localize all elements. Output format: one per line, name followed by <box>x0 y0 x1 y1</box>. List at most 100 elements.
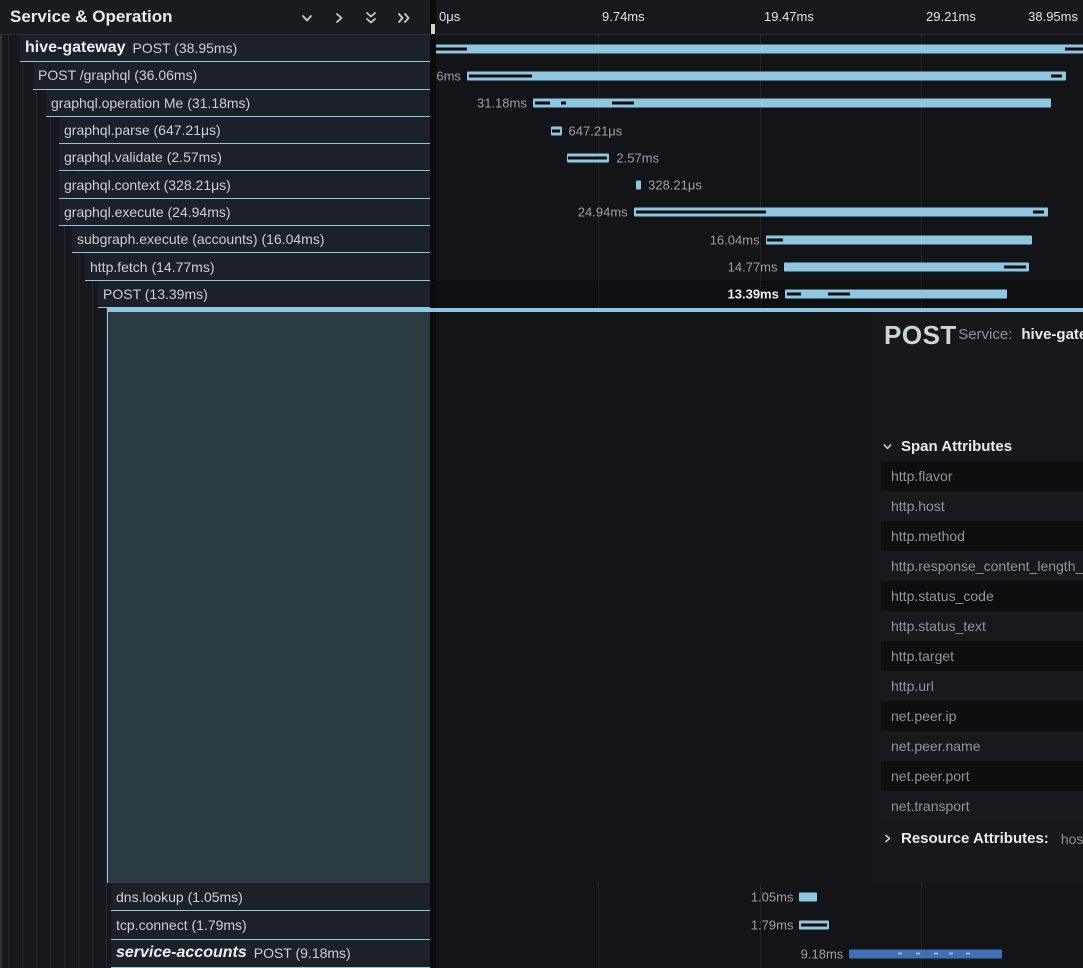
span-attributes-title: Span Attributes <box>901 438 1012 455</box>
timeline-row[interactable]: 36.06ms <box>436 62 1083 89</box>
attribute-key: http.status_text <box>891 618 986 634</box>
span-bar[interactable] <box>533 99 1051 108</box>
attribute-row: http.status_code200 <box>881 581 1083 611</box>
span-duration-label: 647.21μs <box>569 123 623 138</box>
tree-header-title: Service & Operation <box>10 7 173 27</box>
span-duration-label: 13.39ms <box>728 287 779 302</box>
collapse-all-icon[interactable] <box>364 10 378 26</box>
span-bar[interactable] <box>467 71 1066 80</box>
span-label: POST (13.39ms) <box>103 286 208 302</box>
span-bar[interactable] <box>567 153 610 162</box>
span-bar[interactable] <box>766 235 1032 244</box>
critical-path-segment <box>828 293 850 296</box>
span-attributes-header[interactable]: Span Attributes <box>882 438 1012 455</box>
span-duration-label: 24.94ms <box>578 205 628 220</box>
attribute-key: http.status_code <box>891 588 994 604</box>
timeline-row[interactable]: 24.94ms <box>436 199 1083 226</box>
span-row[interactable]: graphql.parse (647.21μs) <box>0 117 430 144</box>
service-name: hive-gateway <box>25 39 125 57</box>
attribute-key: http.host <box>891 498 945 514</box>
critical-path-segment <box>1033 211 1044 214</box>
attribute-row: net.peer.port4011 <box>881 761 1083 791</box>
span-duration-label: 36.06ms <box>436 68 461 83</box>
span-label: tcp.connect (1.79ms) <box>116 917 247 933</box>
span-duration-label: 14.77ms <box>728 260 778 275</box>
timeline-row[interactable]: 1.79ms <box>436 911 1083 939</box>
timeline-tick: 38.95ms <box>1028 9 1078 24</box>
critical-path-segment <box>469 74 532 77</box>
span-bar[interactable] <box>436 44 1083 53</box>
span-row[interactable]: graphql.validate (2.57ms) <box>0 144 430 171</box>
timeline-row[interactable]: 647.21μs <box>436 117 1083 144</box>
attribute-key: net.transport <box>891 798 970 814</box>
chevron-right-icon[interactable] <box>332 11 346 25</box>
detail-top-divider <box>107 308 1083 312</box>
span-label: dns.lookup (1.05ms) <box>116 889 243 905</box>
attribute-row: http.flavor"1.1" <box>881 461 1083 491</box>
span-label: POST /graphql (36.06ms) <box>38 67 197 83</box>
span-detail-panel: POST Service: hive-gateway Duration: 13.… <box>872 312 1083 883</box>
timeline-row[interactable]: 1.05ms <box>436 883 1083 911</box>
timeline-row[interactable]: 13.39ms <box>436 281 1083 308</box>
span-duration-label: 2.57ms <box>616 150 659 165</box>
span-bar[interactable] <box>551 126 562 135</box>
expand-all-icon[interactable] <box>396 11 412 25</box>
pane-resize-grip-icon[interactable] <box>431 24 435 34</box>
span-row[interactable]: graphql.operation Me (31.18ms) <box>0 90 430 117</box>
timeline-row[interactable]: 328.21μs <box>436 172 1083 199</box>
span-bar[interactable] <box>785 290 1007 299</box>
span-row[interactable]: POST /graphql (36.06ms) <box>0 62 430 89</box>
span-bar[interactable] <box>636 181 641 190</box>
span-row[interactable]: POST (13.39ms) <box>0 281 430 308</box>
attribute-key: net.peer.name <box>891 738 981 754</box>
span-bar[interactable] <box>799 921 829 930</box>
child-marker <box>916 953 920 955</box>
critical-path-segment <box>636 211 766 214</box>
timeline-row[interactable]: 2.57ms <box>436 144 1083 171</box>
chevron-down-icon <box>882 441 893 452</box>
span-row[interactable]: service-accountsPOST (9.18ms) <box>0 940 430 968</box>
critical-path-segment <box>612 102 634 105</box>
timeline-row[interactable]: 16.04ms <box>436 226 1083 253</box>
critical-path-segment <box>787 293 801 296</box>
attribute-key: http.response_content_length_uncompresse… <box>891 558 1083 574</box>
resource-key: host.arch <box>1061 831 1083 847</box>
timeline-row[interactable]: 31.18ms <box>436 90 1083 117</box>
attribute-row: http.host"localhost:4011" <box>881 491 1083 521</box>
span-label: graphql.execute (24.94ms) <box>64 204 231 220</box>
critical-path-segment <box>535 102 550 105</box>
span-duration-label: 1.05ms <box>751 890 794 905</box>
span-row[interactable]: graphql.context (328.21μs) <box>0 172 430 199</box>
span-bar[interactable] <box>849 949 1001 958</box>
attribute-key: net.peer.ip <box>891 708 956 724</box>
span-bar[interactable] <box>799 893 816 902</box>
attribute-key: http.method <box>891 528 965 544</box>
service-label: Service: <box>958 326 1012 343</box>
span-duration-label: 1.79ms <box>751 918 794 933</box>
span-label: http.fetch (14.77ms) <box>90 259 215 275</box>
attribute-key: net.peer.port <box>891 768 970 784</box>
timeline-row[interactable]: 38.95ms <box>436 35 1083 62</box>
span-bar[interactable] <box>784 263 1029 272</box>
timeline-row[interactable]: 9.18ms <box>436 940 1083 968</box>
resource-attributes-row[interactable]: Resource Attributes: host.arch = arm64 h… <box>882 830 1083 847</box>
chevron-down-icon[interactable] <box>300 11 314 25</box>
span-bar[interactable] <box>634 208 1048 217</box>
span-row[interactable]: dns.lookup (1.05ms) <box>0 883 430 911</box>
attribute-row: http.url"http://localhost:4011/" <box>881 671 1083 701</box>
span-row[interactable]: tcp.connect (1.79ms) <box>0 911 430 939</box>
span-row[interactable]: graphql.execute (24.94ms) <box>0 199 430 226</box>
critical-path-segment <box>1004 266 1026 269</box>
attribute-row: http.status_text"OK" <box>881 611 1083 641</box>
attribute-row: http.target"/" <box>881 641 1083 671</box>
span-row[interactable]: http.fetch (14.77ms) <box>0 253 430 280</box>
child-marker <box>934 953 938 955</box>
timeline-header: 0μs 9.74ms 19.47ms 29.21ms 38.95ms <box>436 0 1083 35</box>
critical-path-segment <box>1051 74 1062 77</box>
span-row[interactable]: subgraph.execute (accounts) (16.04ms) <box>0 226 430 253</box>
timeline-pane: 0μs 9.74ms 19.47ms 29.21ms 38.95ms 38.95… <box>436 0 1083 968</box>
span-row[interactable]: hive-gatewayPOST (38.95ms) <box>0 35 430 62</box>
timeline-row[interactable]: 14.77ms <box>436 253 1083 280</box>
critical-path-segment <box>767 238 783 241</box>
span-label: graphql.parse (647.21μs) <box>64 122 221 138</box>
